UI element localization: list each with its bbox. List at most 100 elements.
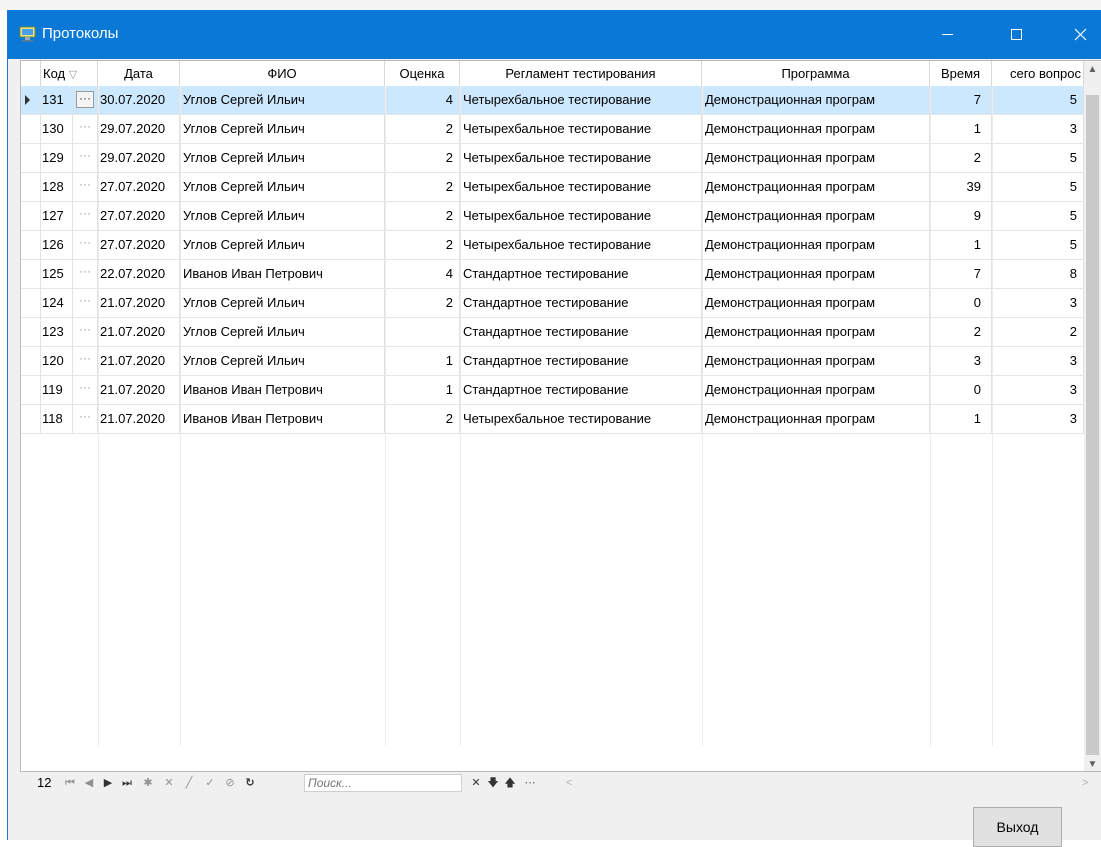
cancel-edit-icon[interactable]: ⊘ xyxy=(223,774,237,792)
cell-grade: 2 xyxy=(385,231,460,259)
edit-record-icon[interactable]: ╱ xyxy=(182,774,196,792)
header-time[interactable]: Время xyxy=(930,61,992,86)
ellipsis-button[interactable]: ··· xyxy=(76,178,94,195)
cell-time: 2 xyxy=(930,318,992,346)
ellipsis-button[interactable]: ··· xyxy=(76,352,94,369)
row-indicator-cell xyxy=(21,347,41,375)
cell-time: 1 xyxy=(930,405,992,433)
cell-fio: Углов Сергей Ильич xyxy=(180,144,385,172)
scroll-down-icon[interactable]: ▼ xyxy=(1084,756,1101,771)
cell-time: 1 xyxy=(930,231,992,259)
title-bar[interactable]: Протоколы xyxy=(8,10,1101,59)
cell-total: 3 xyxy=(992,376,1084,404)
exit-button[interactable]: Выход xyxy=(973,807,1062,847)
header-grade[interactable]: Оценка xyxy=(385,61,460,86)
ellipsis-button[interactable]: ··· xyxy=(76,91,94,108)
cell-reglament: Стандартное тестирование xyxy=(460,318,702,346)
cell-program: Демонстрационная програм xyxy=(702,144,930,172)
row-ellipsis-cell: ··· xyxy=(73,289,98,317)
ellipsis-button[interactable]: ··· xyxy=(76,120,94,137)
scroll-right-icon[interactable]: > xyxy=(1082,774,1088,792)
header-kod-label: Код xyxy=(43,66,66,81)
cell-date: 29.07.2020 xyxy=(98,115,180,143)
append-record-icon[interactable]: ✱ xyxy=(141,774,155,792)
header-fio[interactable]: ФИО xyxy=(180,61,385,86)
header-reglament[interactable]: Регламент тестирования xyxy=(460,61,702,86)
cell-total: 3 xyxy=(992,347,1084,375)
ellipsis-button[interactable]: ··· xyxy=(76,265,94,282)
row-ellipsis-cell: ··· xyxy=(73,260,98,288)
row-indicator-cell xyxy=(21,231,41,259)
row-ellipsis-cell: ··· xyxy=(73,318,98,346)
cell-reglament: Стандартное тестирование xyxy=(460,376,702,404)
prev-record-icon[interactable]: ◀ xyxy=(82,774,96,792)
cell-reglament: Стандартное тестирование xyxy=(460,289,702,317)
cell-total: 5 xyxy=(992,202,1084,230)
header-program[interactable]: Программа xyxy=(702,61,930,86)
last-record-icon[interactable]: ⏭ xyxy=(120,774,134,792)
scroll-thumb[interactable] xyxy=(1086,95,1099,755)
cell-grade: 4 xyxy=(385,86,460,114)
header-total[interactable]: сего вопрос xyxy=(992,61,1084,86)
cell-time: 3 xyxy=(930,347,992,375)
cell-fio: Углов Сергей Ильич xyxy=(180,289,385,317)
ellipsis-button[interactable]: ··· xyxy=(76,323,94,340)
cell-time: 1 xyxy=(930,115,992,143)
cell-kod: 126 xyxy=(41,231,73,259)
cell-total: 3 xyxy=(992,289,1084,317)
column-divider xyxy=(98,86,99,746)
cell-total: 8 xyxy=(992,260,1084,288)
cell-date: 21.07.2020 xyxy=(98,347,180,375)
navigator-bar: 12 ⏮ ◀ ▶ ⏭ ✱ ✕ ╱ ✓ ⊘ ↻ ✕ 🡇 🡅 ⋯ < > xyxy=(20,772,1100,794)
ellipsis-button[interactable]: ··· xyxy=(76,410,94,427)
ellipsis-button[interactable]: ··· xyxy=(76,149,94,166)
find-prev-icon[interactable]: 🡅 xyxy=(503,774,517,792)
cell-program: Демонстрационная програм xyxy=(702,115,930,143)
ellipsis-button[interactable]: ··· xyxy=(76,294,94,311)
find-next-icon[interactable]: 🡇 xyxy=(486,774,500,792)
scroll-up-icon[interactable]: ▲ xyxy=(1084,61,1101,79)
clear-search-icon[interactable]: ✕ xyxy=(469,774,483,792)
next-record-icon[interactable]: ▶ xyxy=(101,774,115,792)
cell-time: 7 xyxy=(930,260,992,288)
sort-filter-icon[interactable]: ▽ xyxy=(69,69,77,81)
cell-fio: Иванов Иван Петрович xyxy=(180,260,385,288)
header-indicator-cell xyxy=(21,61,41,86)
cell-date: 27.07.2020 xyxy=(98,231,180,259)
cell-kod: 130 xyxy=(41,115,73,143)
cell-date: 22.07.2020 xyxy=(98,260,180,288)
cell-fio: Углов Сергей Ильич xyxy=(180,115,385,143)
more-options-icon[interactable]: ⋯ xyxy=(523,774,537,792)
refresh-icon[interactable]: ↻ xyxy=(243,774,257,792)
window-title: Протоколы xyxy=(42,25,119,42)
row-ellipsis-cell: ··· xyxy=(73,202,98,230)
maximize-button[interactable] xyxy=(994,10,1040,59)
ellipsis-button[interactable]: ··· xyxy=(76,207,94,224)
cell-fio: Углов Сергей Ильич xyxy=(180,86,385,114)
ellipsis-button[interactable]: ··· xyxy=(76,381,94,398)
cell-reglament: Четырехбальное тестирование xyxy=(460,173,702,201)
search-input[interactable] xyxy=(304,774,462,792)
cell-program: Демонстрационная програм xyxy=(702,202,930,230)
minimize-button[interactable] xyxy=(925,10,971,59)
cell-grade: 2 xyxy=(385,405,460,433)
cell-grade xyxy=(385,318,460,346)
maximize-icon xyxy=(1011,29,1022,40)
protocols-grid[interactable]: Код ▽ Дата ФИО Оценка Регламент тестиров… xyxy=(20,60,1101,772)
first-record-icon[interactable]: ⏮ xyxy=(63,774,77,792)
cell-kod: 123 xyxy=(41,318,73,346)
close-button[interactable] xyxy=(1058,10,1101,59)
delete-record-icon[interactable]: ✕ xyxy=(162,774,176,792)
header-kod[interactable]: Код ▽ xyxy=(41,61,98,86)
scroll-left-icon[interactable]: < xyxy=(566,774,572,792)
vertical-scrollbar[interactable]: ▲ ▼ xyxy=(1084,61,1101,771)
cell-total: 5 xyxy=(992,86,1084,114)
post-edit-icon[interactable]: ✓ xyxy=(203,774,217,792)
cell-reglament: Четырехбальное тестирование xyxy=(460,231,702,259)
cell-program: Демонстрационная програм xyxy=(702,318,930,346)
close-icon xyxy=(1074,28,1087,41)
ellipsis-button[interactable]: ··· xyxy=(76,236,94,253)
row-ellipsis-cell: ··· xyxy=(73,347,98,375)
row-ellipsis-cell: ··· xyxy=(73,144,98,172)
header-date[interactable]: Дата xyxy=(98,61,180,86)
